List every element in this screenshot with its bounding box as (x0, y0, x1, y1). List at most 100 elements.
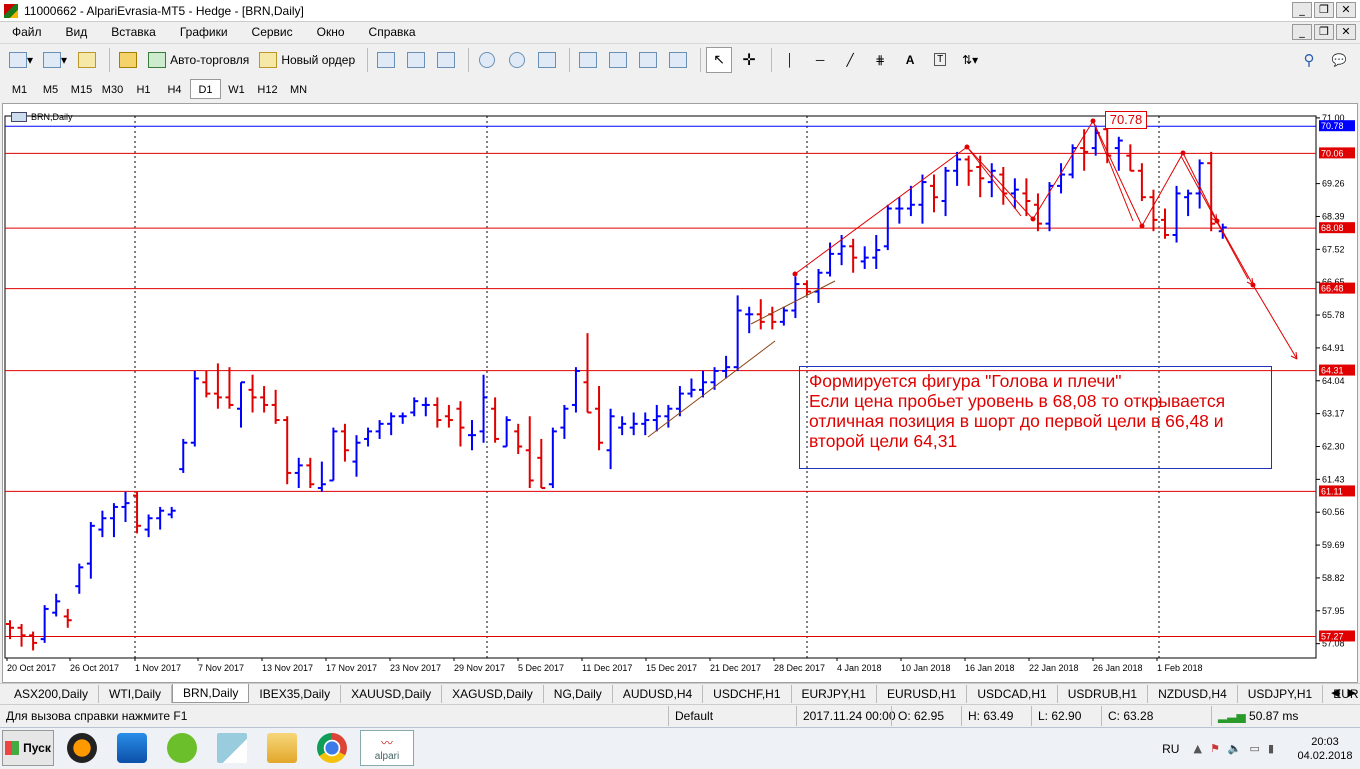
status-high: H: 63.49 (961, 705, 1031, 726)
start-button[interactable]: Пуск (2, 730, 54, 766)
symbol-tab[interactable]: NG,Daily (544, 684, 613, 703)
chat-button[interactable]: 💬 (1326, 47, 1352, 73)
volume-icon[interactable]: 🔈 (1228, 742, 1242, 755)
taskbar-app-alpari[interactable]: 〰 alpari (360, 730, 414, 766)
tile-windows-button[interactable] (534, 47, 560, 73)
chart-close-button[interactable]: ✕ (1336, 24, 1356, 40)
crosshair-button[interactable]: ✛ (736, 47, 762, 73)
x-tick-label: 26 Oct 2017 (70, 663, 119, 673)
menu-help[interactable]: Справка (357, 22, 428, 42)
tf-mn[interactable]: MN (283, 79, 314, 99)
symbol-tab[interactable]: IBEX35,Daily (249, 684, 342, 703)
symbol-tab[interactable]: USDCAD,H1 (967, 684, 1058, 703)
candlestick-button[interactable] (403, 47, 429, 73)
auto-scroll-button[interactable] (575, 47, 601, 73)
x-tick-label: 26 Jan 2018 (1093, 663, 1143, 673)
symbol-tab[interactable]: BRN,Daily (172, 684, 250, 703)
chart-shift-button[interactable] (605, 47, 631, 73)
network-icon[interactable]: ▮ (1268, 742, 1274, 755)
tab-scroll-right-icon[interactable]: ▶ (1348, 686, 1356, 699)
chart-window[interactable]: 71.00 69.26 68.39 67.52 66.65 65.78 64.91 64.04… (2, 103, 1358, 683)
x-tick-label: 1 Feb 2018 (1157, 663, 1203, 673)
close-button[interactable]: ✕ (1336, 2, 1356, 18)
menu-insert[interactable]: Вставка (99, 22, 168, 42)
bar-chart-button[interactable] (373, 47, 399, 73)
y-tick-label: 64.04 (1322, 376, 1345, 386)
taskbar-app-chrome[interactable] (310, 730, 354, 766)
search-button[interactable]: ⚲ (1296, 47, 1322, 73)
horizontal-line-button[interactable]: ─ (807, 47, 833, 73)
metaeditor-button[interactable] (115, 47, 141, 73)
menu-file[interactable]: Файл (0, 22, 54, 42)
tf-h4[interactable]: H4 (159, 79, 190, 99)
taskbar-app-utorrent[interactable] (160, 730, 204, 766)
menu-window[interactable]: Окно (305, 22, 357, 42)
analysis-text-box[interactable]: Формируется фигура "Голова и плечи" Если… (799, 366, 1272, 469)
price-label-box[interactable]: 70.78 (1105, 111, 1147, 129)
battery-icon[interactable]: ▭ (1250, 742, 1260, 755)
market-watch-icon (78, 51, 97, 68)
taskbar-app-explorer[interactable] (260, 730, 304, 766)
cursor-button[interactable]: ↖ (706, 46, 733, 73)
trendline-button[interactable]: ╱ (837, 47, 863, 73)
timeframes-toolbar: M1 M5 M15 M30 H1 H4 D1 W1 H12 MN (0, 76, 330, 102)
zoom-out-button[interactable] (504, 47, 530, 73)
arrows-button[interactable]: ⇅▾ (957, 47, 983, 73)
symbol-tab[interactable]: EURUSD,H1 (877, 684, 968, 703)
symbol-tab[interactable]: NZDUSD,H4 (1148, 684, 1238, 703)
y-tick-label: 63.17 (1322, 409, 1345, 419)
vertical-line-button[interactable]: │ (777, 47, 803, 73)
chart-minimize-button[interactable]: _ (1292, 24, 1312, 40)
signal-icon: ▂▃▅ (1218, 708, 1246, 723)
symbol-tab[interactable]: EURJPY,H1 (792, 684, 877, 703)
taskbar-clock[interactable]: 20:03 04.02.2018 (1290, 735, 1360, 763)
tf-m5[interactable]: M5 (35, 79, 66, 99)
taskbar-app-notes[interactable] (210, 730, 254, 766)
symbol-tab[interactable]: USDRUB,H1 (1058, 684, 1149, 703)
symbol-tab[interactable]: XAUUSD,Daily (341, 684, 443, 703)
text-tool-icon: A (905, 52, 915, 67)
tf-m1[interactable]: M1 (4, 79, 35, 99)
tf-w1[interactable]: W1 (221, 79, 252, 99)
flag-notification-icon[interactable]: ⚑ (1210, 742, 1220, 755)
minimize-button[interactable]: _ (1292, 2, 1312, 18)
autotrading-button[interactable]: Авто-торговля (145, 47, 252, 73)
restore-button[interactable]: ❐ (1314, 2, 1334, 18)
tab-scroll-left-icon[interactable]: ◀ (1331, 686, 1339, 699)
symbol-tab[interactable]: USDJPY,H1 (1238, 684, 1324, 703)
profiles-button[interactable]: ▾ (40, 47, 70, 73)
zoom-out-icon (509, 51, 526, 68)
tf-h1[interactable]: H1 (128, 79, 159, 99)
market-watch-button[interactable] (74, 47, 100, 73)
symbol-tab[interactable]: USDCHF,H1 (703, 684, 792, 703)
menu-view[interactable]: Вид (54, 22, 100, 42)
symbol-tab[interactable]: XAGUSD,Daily (442, 684, 544, 703)
taskbar-app-avast[interactable] (60, 730, 104, 766)
menu-charts[interactable]: Графики (168, 22, 240, 42)
chart-restore-button[interactable]: ❐ (1314, 24, 1334, 40)
fibonacci-button[interactable]: ⋕ (867, 47, 893, 73)
y-tick-label: 67.52 (1322, 244, 1345, 254)
y-tick-label: 59.69 (1322, 540, 1345, 550)
indicators-button[interactable] (635, 47, 661, 73)
windows-flag-icon (5, 741, 20, 755)
show-hidden-icons-icon[interactable]: ▲ (1193, 742, 1201, 755)
taskbar-app-media-player[interactable] (110, 730, 154, 766)
language-indicator[interactable]: RU (1162, 742, 1179, 756)
new-chart-button[interactable]: ▾ (6, 47, 36, 73)
symbol-tab[interactable]: AUDUSD,H4 (613, 684, 704, 703)
text-label-button[interactable]: T (927, 47, 953, 73)
tf-h12[interactable]: H12 (252, 79, 283, 99)
periods-button[interactable] (665, 47, 691, 73)
tf-m30[interactable]: M30 (97, 79, 128, 99)
title-bar: 11000662 - AlpariEvrasia-MT5 - Hedge - [… (0, 0, 1360, 22)
new-order-button[interactable]: Новый ордер (256, 47, 358, 73)
tf-d1[interactable]: D1 (190, 79, 221, 99)
menu-tools[interactable]: Сервис (240, 22, 305, 42)
symbol-tab[interactable]: WTI,Daily (99, 684, 173, 703)
zoom-in-button[interactable] (474, 47, 500, 73)
line-chart-button[interactable] (433, 47, 459, 73)
tf-m15[interactable]: M15 (66, 79, 97, 99)
text-tool-button[interactable]: A (897, 47, 923, 73)
symbol-tab[interactable]: ASX200,Daily (4, 684, 100, 703)
